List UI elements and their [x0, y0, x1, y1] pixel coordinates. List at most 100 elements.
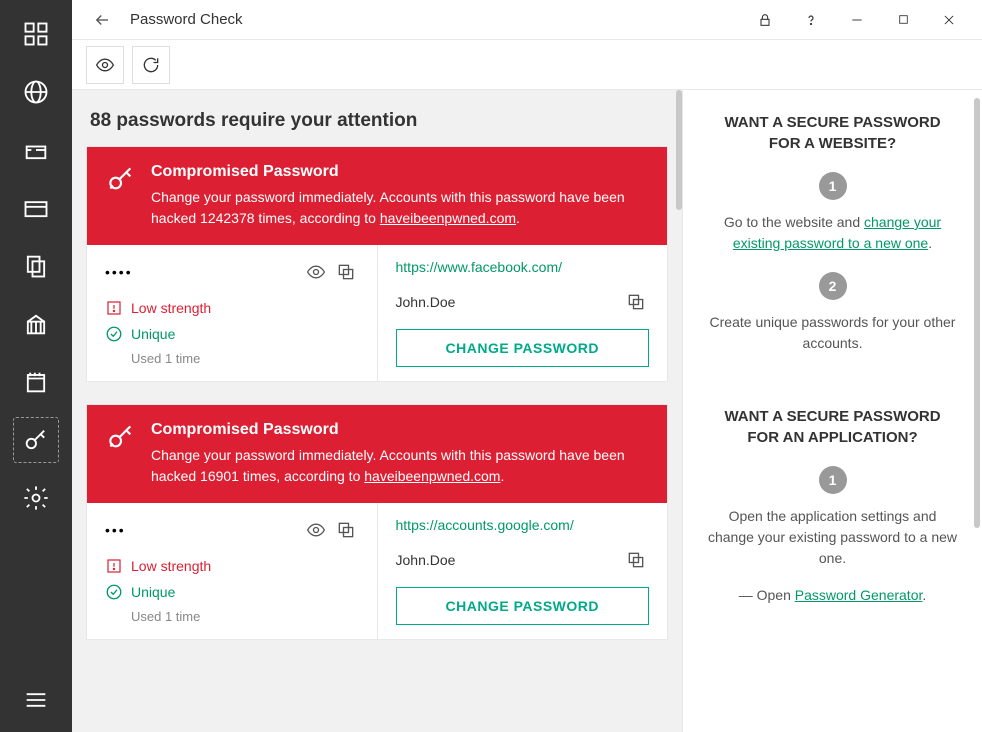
change-password-button[interactable]: CHANGE PASSWORD: [396, 329, 650, 367]
window-controls: [742, 0, 972, 40]
back-arrow-icon: [93, 11, 111, 29]
username: John.Doe: [396, 552, 620, 568]
tip-website-step1: Go to the website and change your existi…: [707, 212, 958, 254]
documents-icon: [22, 252, 50, 280]
eye-icon: [306, 520, 326, 540]
strength-status: Low strength: [105, 299, 359, 317]
refresh-button[interactable]: [132, 46, 170, 84]
globe-icon: [22, 78, 50, 106]
titlebar: Password Check: [72, 0, 982, 40]
copy-password-button[interactable]: [333, 259, 359, 285]
refresh-icon: [141, 55, 161, 75]
close-icon: [942, 13, 956, 27]
card-left: •••• Low strength Unique Used 1 tim: [87, 245, 378, 381]
step-badge: 1: [819, 172, 847, 200]
copy-icon: [336, 520, 356, 540]
sidebar-item-menu[interactable]: [14, 678, 58, 722]
sidebar-item-dashboard[interactable]: [14, 12, 58, 56]
password-line: ••••: [105, 259, 359, 285]
back-button[interactable]: [82, 0, 122, 40]
close-button[interactable]: [926, 0, 972, 40]
alert-content: Compromised Password Change your passwor…: [151, 163, 649, 229]
maximize-button[interactable]: [880, 0, 926, 40]
card-row: •••• Low strength Unique Used 1 tim: [87, 245, 667, 381]
lock-icon: [757, 12, 773, 28]
minimize-icon: [850, 13, 864, 27]
password-line: •••: [105, 517, 359, 543]
menu-icon: [22, 686, 50, 714]
alert-key-icon: [105, 421, 137, 487]
tip-text: — Open: [739, 587, 795, 603]
alert-title: Compromised Password: [151, 421, 649, 439]
reveal-password-button[interactable]: [303, 259, 329, 285]
sidebar-item-passwords[interactable]: [14, 418, 58, 462]
unique-status: Unique: [105, 325, 359, 343]
copy-username-button[interactable]: [623, 289, 649, 315]
tip-app-heading: WANT A SECURE PASSWORD FOR AN APPLICATIO…: [707, 406, 958, 448]
help-button[interactable]: [788, 0, 834, 40]
toolbar: [72, 40, 982, 90]
sidebar-item-card[interactable]: [14, 186, 58, 230]
minimize-button[interactable]: [834, 0, 880, 40]
unique-label: Unique: [131, 326, 175, 342]
tip-app-step1: Open the application settings and change…: [707, 506, 958, 569]
alert-body: Change your password immediately. Accoun…: [151, 445, 649, 487]
password-card: Compromised Password Change your passwor…: [86, 404, 668, 640]
right-scrollbar[interactable]: [974, 98, 980, 528]
card-right: https://www.facebook.com/ John.Doe CHANG…: [378, 245, 668, 381]
unique-status: Unique: [105, 583, 359, 601]
notes-icon: [22, 368, 50, 396]
content: 88 passwords require your attention Comp…: [72, 90, 982, 732]
sidebar-item-id[interactable]: [14, 128, 58, 172]
tips-panel: WANT A SECURE PASSWORD FOR A WEBSITE? 1 …: [682, 90, 982, 732]
account-url[interactable]: https://www.facebook.com/: [396, 259, 650, 275]
password-generator-link[interactable]: Password Generator: [795, 587, 923, 603]
tip-divider: [707, 372, 958, 406]
card-icon: [22, 194, 50, 222]
password-card: Compromised Password Change your passwor…: [86, 146, 668, 382]
tip-website-step2: Create unique passwords for your other a…: [707, 312, 958, 354]
alert-title: Compromised Password: [151, 163, 649, 181]
check-circle-icon: [105, 583, 123, 601]
change-password-button[interactable]: CHANGE PASSWORD: [396, 587, 650, 625]
reveal-all-button[interactable]: [86, 46, 124, 84]
card-left: ••• Low strength Unique Used 1 time: [87, 503, 378, 639]
sidebar-item-docs[interactable]: [14, 244, 58, 288]
used-count: Used 1 time: [131, 609, 359, 624]
copy-icon: [626, 550, 646, 570]
hibp-link[interactable]: haveibeenpwned.com: [364, 468, 500, 484]
bank-icon: [22, 310, 50, 338]
username-line: John.Doe: [396, 547, 650, 573]
copy-password-button[interactable]: [333, 517, 359, 543]
hibp-link[interactable]: haveibeenpwned.com: [380, 210, 516, 226]
password-mask: ••••: [105, 264, 299, 280]
help-icon: [803, 12, 819, 28]
reveal-password-button[interactable]: [303, 517, 329, 543]
sidebar-item-settings[interactable]: [14, 476, 58, 520]
page-title: Password Check: [130, 11, 243, 28]
used-count: Used 1 time: [131, 351, 359, 366]
compromised-alert: Compromised Password Change your passwor…: [87, 147, 667, 245]
alert-text-suffix: .: [500, 468, 504, 484]
attention-heading: 88 passwords require your attention: [90, 110, 668, 132]
copy-icon: [626, 292, 646, 312]
sidebar-item-notes[interactable]: [14, 360, 58, 404]
warning-icon: [105, 557, 123, 575]
sidebar-item-bank[interactable]: [14, 302, 58, 346]
eye-icon: [306, 262, 326, 282]
account-url[interactable]: https://accounts.google.com/: [396, 517, 650, 533]
sidebar-item-web[interactable]: [14, 70, 58, 114]
gear-icon: [22, 484, 50, 512]
copy-username-button[interactable]: [623, 547, 649, 573]
alert-key-icon: [105, 163, 137, 229]
tip-text: Go to the website and: [724, 214, 864, 230]
check-circle-icon: [105, 325, 123, 343]
lock-button[interactable]: [742, 0, 788, 40]
strength-status: Low strength: [105, 557, 359, 575]
key-icon: [22, 426, 50, 454]
id-icon: [22, 136, 50, 164]
tip-app-open: — Open Password Generator.: [707, 587, 958, 603]
username-line: John.Doe: [396, 289, 650, 315]
card-row: ••• Low strength Unique Used 1 time: [87, 503, 667, 639]
unique-label: Unique: [131, 584, 175, 600]
